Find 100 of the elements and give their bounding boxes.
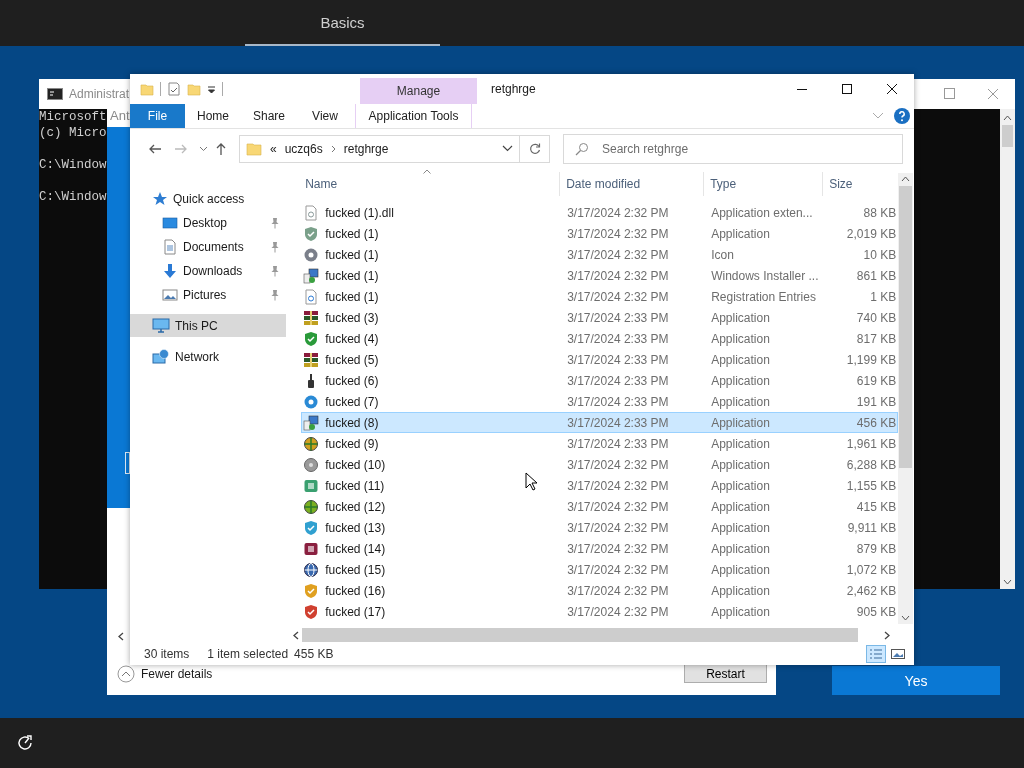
selection-size: 455 KB [294,647,334,661]
chevron-up-circle-icon[interactable] [117,664,135,683]
maximize-icon[interactable] [841,84,852,94]
dropdown-icon[interactable] [207,84,216,94]
ribbon-tab[interactable]: Application Tools [355,104,472,128]
installer-icon [303,267,320,284]
refresh-button[interactable] [520,134,550,163]
back-arrow-icon[interactable] [148,142,162,155]
circular-arrow-icon[interactable] [16,734,34,752]
table-cell-text: 3/17/2024 2:32 PM [566,582,670,600]
table-cell-text: 1 KB [869,288,898,306]
ribbon-tab[interactable]: Home [185,104,241,128]
column-header[interactable]: Type [704,172,824,196]
chevron-down-icon[interactable] [502,145,513,152]
table-cell-text: 879 KB [855,540,898,558]
column-header[interactable]: Size [823,172,897,196]
app-icon [303,477,320,494]
file-row[interactable]: fucked (12) 3/17/2024 2:32 PM Application 415 KB [301,496,899,517]
file-row[interactable]: fucked (16) 3/17/2024 2:32 PM Application 2,462 KB [301,580,899,601]
table-cell-text: 2,462 KB [845,582,898,600]
file-name: fucked (1) [325,247,379,262]
scrollbar-thumb[interactable] [302,628,858,642]
nav-item[interactable]: Downloads [130,259,286,282]
file-row[interactable]: fucked (1) 3/17/2024 2:32 PM Windows Installer ... 861 KB [301,265,899,286]
nav-item[interactable]: This PC [130,314,286,337]
file-name: fucked (4) [325,331,379,346]
file-row[interactable]: fucked (9) 3/17/2024 2:33 PM Application 1,961 KB [301,433,899,454]
file-row[interactable]: fucked (1) 3/17/2024 2:32 PM Application 2,019 KB [301,223,899,244]
column-header[interactable]: Name [295,172,561,196]
search-field[interactable]: Search retghrge [563,133,903,164]
nav-label: Network [175,349,219,364]
file-name: fucked (8) [325,415,379,430]
table-cell-text: 861 KB [855,267,898,285]
yes-button[interactable]: Yes [832,666,1000,695]
breadcrumb[interactable]: uczq6s [284,141,323,156]
ribbon-tab[interactable]: View [297,104,353,128]
table-cell-text: 3/17/2024 2:32 PM [566,288,670,306]
table-cell-text: 1,961 KB [845,435,898,453]
file-row[interactable]: fucked (13) 3/17/2024 2:32 PM Application 9,911 KB [301,517,899,538]
table-cell-text: Application [710,456,771,474]
table-cell-text: 3/17/2024 2:32 PM [566,267,670,285]
nav-label: Downloads [183,263,243,278]
table-cell-text: 619 KB [855,372,898,390]
file-row[interactable]: fucked (4) 3/17/2024 2:33 PM Application 817 KB [301,328,899,349]
details-toggle[interactable]: Fewer details [141,666,213,681]
table-cell-text: 1,072 KB [845,561,898,579]
mouse-cursor-icon [525,472,537,491]
nav-item[interactable]: Network [130,345,286,368]
file-row[interactable]: fucked (3) 3/17/2024 2:33 PM Application 740 KB [301,307,899,328]
scrollbar-thumb[interactable] [899,186,913,468]
file-row[interactable]: fucked (1).dll 3/17/2024 2:32 PM Application exten... 88 KB [301,202,899,223]
table-cell-text: 10 KB [862,246,898,264]
file-name: fucked (1) [325,226,379,241]
file-row[interactable]: fucked (5) 3/17/2024 2:33 PM Application 1,199 KB [301,349,899,370]
scrollbar-thumb[interactable] [1002,125,1013,147]
table-cell-text: 456 KB [855,414,898,432]
table-cell-text: 3/17/2024 2:33 PM [566,351,670,369]
file-name: fucked (15) [325,562,386,577]
table-cell-text: 905 KB [855,603,898,621]
nav-item[interactable]: Documents [130,235,286,258]
file-row[interactable]: fucked (7) 3/17/2024 2:33 PM Application 191 KB [301,391,899,412]
nav-item[interactable]: Desktop [130,211,286,234]
nav-item[interactable]: Quick access [130,187,286,210]
scrollbar[interactable] [1000,109,1015,589]
nav-item[interactable]: Pictures [130,283,286,306]
ribbon-tab[interactable]: Share [241,104,297,128]
help-icon[interactable] [894,108,910,124]
window-title: Ant [110,107,130,123]
file-row[interactable]: fucked (17) 3/17/2024 2:32 PM Application 905 KB [301,601,899,622]
window-title: Administrat [69,87,130,101]
file-row[interactable]: fucked (1) 3/17/2024 2:32 PM Icon 10 KB [301,244,899,265]
file-row[interactable]: fucked (6) 3/17/2024 2:33 PM Application 619 KB [301,370,899,391]
table-cell-text: 3/17/2024 2:32 PM [566,477,670,495]
overflow-chevron[interactable]: « [270,141,277,156]
console-icon [47,88,63,100]
computer-icon [152,317,170,334]
table-cell-text: 3/17/2024 2:33 PM [566,393,670,411]
file-row[interactable]: fucked (1) 3/17/2024 2:32 PM Registration Entries 1 KB [301,286,899,307]
document-icon [162,238,178,255]
file-row[interactable]: fucked (15) 3/17/2024 2:32 PM Application 1,072 KB [301,559,899,580]
file-row[interactable]: fucked (10) 3/17/2024 2:32 PM Application 6,288 KB [301,454,899,475]
breadcrumb[interactable]: retghrge [343,141,389,156]
table-cell-text: 817 KB [855,330,898,348]
column-header[interactable]: Date modified [560,172,705,196]
address-bar[interactable]: « uczq6s retghrge [239,134,520,163]
table-cell-text: Windows Installer ... [710,267,820,285]
table-cell-text: 3/17/2024 2:33 PM [566,435,670,453]
table-cell-text: 9,911 KB [846,519,898,537]
ribbon-tab[interactable]: File [130,104,185,128]
scrollbar[interactable] [898,173,913,624]
checklist-icon[interactable] [167,82,181,96]
up-arrow-icon[interactable] [215,142,227,155]
close-icon[interactable] [886,84,897,94]
file-row[interactable]: fucked (14) 3/17/2024 2:32 PM Application 879 KB [301,538,899,559]
file-name: fucked (13) [325,520,386,535]
file-row[interactable]: fucked (8) 3/17/2024 2:33 PM Application 456 KB [301,412,899,433]
table-cell-text: 3/17/2024 2:32 PM [566,519,670,537]
table-cell-text: 1,199 KB [845,351,898,369]
console-line: C:\Window [39,189,107,205]
file-row[interactable]: fucked (11) 3/17/2024 2:32 PM Application 1,155 KB [301,475,899,496]
